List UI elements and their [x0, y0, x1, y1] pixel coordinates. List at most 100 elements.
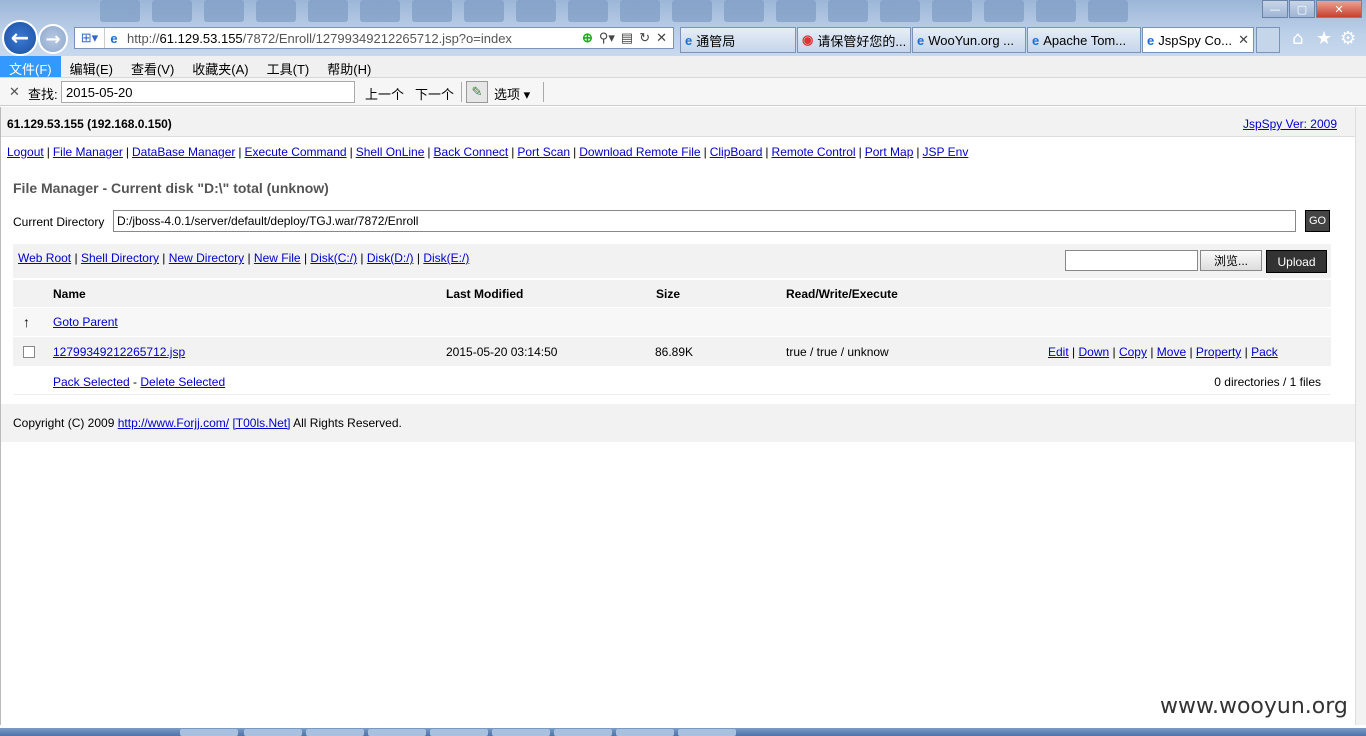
pack-link[interactable]: Pack [1251, 345, 1278, 359]
shell-directory-link[interactable]: Shell Directory [81, 251, 159, 265]
pack-selected-link[interactable]: Pack Selected [53, 375, 130, 389]
nav-database-manager[interactable]: DataBase Manager [132, 145, 235, 159]
highlight-icon[interactable]: ✎ [466, 81, 488, 103]
table-row: 12799349212265712.jsp 2015-05-20 03:14:5… [13, 337, 1331, 366]
disk-e-link[interactable]: Disk(E:/) [423, 251, 469, 265]
property-link[interactable]: Property [1196, 345, 1241, 359]
version-link[interactable]: JspSpy Ver: 2009 [1243, 117, 1337, 131]
forward-button[interactable]: → [38, 24, 68, 54]
taskbar-button[interactable] [616, 729, 674, 736]
current-directory-input[interactable] [113, 210, 1296, 232]
nav-file-manager[interactable]: File Manager [53, 145, 123, 159]
nav-execute-command[interactable]: Execute Command [245, 145, 347, 159]
gear-icon[interactable]: ⚙ [1340, 28, 1356, 49]
web-root-link[interactable]: Web Root [18, 251, 71, 265]
copy-link[interactable]: Copy [1119, 345, 1147, 359]
delete-selected-link[interactable]: Delete Selected [140, 375, 225, 389]
taskbar-button[interactable] [678, 729, 736, 736]
nav-shell-online[interactable]: Shell OnLine [356, 145, 425, 159]
url-scheme: http:// [127, 30, 160, 46]
stop-icon[interactable]: ✕ [656, 30, 667, 46]
url-host: 61.129.53.155 [159, 30, 243, 46]
edit-link[interactable]: Edit [1048, 345, 1069, 359]
tab-5-active[interactable]: e JspSpy Co... ✕ [1142, 27, 1254, 53]
table-row-parent: ↑ Goto Parent [13, 308, 1331, 336]
minimize-button[interactable]: — [1262, 0, 1288, 18]
add-favorite-icon[interactable]: ⊞▾ [75, 28, 105, 48]
home-icon[interactable]: ⌂ [1292, 28, 1303, 49]
move-link[interactable]: Move [1157, 345, 1186, 359]
file-actions: Edit | Down | Copy | Move | Property | P… [1048, 345, 1278, 359]
nav-clipboard[interactable]: ClipBoard [710, 145, 763, 159]
menu-edit[interactable]: 编辑(E) [61, 56, 122, 77]
disk-d-link[interactable]: Disk(D:/) [367, 251, 414, 265]
new-file-link[interactable]: New File [254, 251, 301, 265]
tab-2[interactable]: ◉ 请保管好您的... [797, 27, 911, 53]
taskbar-button[interactable] [244, 729, 302, 736]
disk-c-link[interactable]: Disk(C:/) [310, 251, 357, 265]
tab-3[interactable]: e WooYun.org ... [912, 27, 1026, 53]
file-name-link[interactable]: 12799349212265712.jsp [53, 345, 185, 359]
nav-download-remote-file[interactable]: Download Remote File [579, 145, 700, 159]
taskbar-button[interactable] [306, 729, 364, 736]
nav-back-connect[interactable]: Back Connect [434, 145, 509, 159]
browse-button[interactable]: 浏览... [1200, 250, 1262, 271]
taskbar-button[interactable] [492, 729, 550, 736]
new-directory-link[interactable]: New Directory [169, 251, 244, 265]
divider [461, 82, 462, 102]
refresh-icon[interactable]: ↻ [639, 30, 650, 46]
address-bar[interactable]: ⊞▾ e http://61.129.53.155/7872/Enroll/12… [74, 27, 674, 49]
new-tab-button[interactable] [1256, 27, 1280, 53]
goto-parent-link[interactable]: Goto Parent [53, 315, 118, 329]
tab-1[interactable]: e 通管局 [680, 27, 796, 53]
menu-help[interactable]: 帮助(H) [318, 56, 380, 77]
menu-favorites[interactable]: 收藏夹(A) [183, 56, 257, 77]
upload-file-field[interactable] [1065, 250, 1198, 271]
host-bar: 61.129.53.155 (192.168.0.150) JspSpy Ver… [1, 107, 1355, 137]
menu-view[interactable]: 查看(V) [122, 56, 183, 77]
file-toolbar: Web Root | Shell Directory | New Directo… [13, 244, 1331, 278]
watermark: www.wooyun.org [1160, 694, 1348, 719]
nav-remote-control[interactable]: Remote Control [772, 145, 856, 159]
url-path: /7872/Enroll/12799349212265712.jsp?o=ind… [242, 30, 512, 46]
nav-port-map[interactable]: Port Map [865, 145, 914, 159]
address-url[interactable]: http://61.129.53.155/7872/Enroll/1279934… [123, 31, 582, 46]
close-window-button[interactable]: ✕ [1316, 0, 1362, 18]
ie-tab-icon: e [1032, 32, 1040, 48]
menu-tools[interactable]: 工具(T) [258, 56, 319, 77]
taskbar-button[interactable] [554, 729, 612, 736]
file-checkbox[interactable] [23, 346, 35, 358]
taskbar-button[interactable] [368, 729, 426, 736]
find-next-button[interactable]: 下一个 [415, 84, 454, 103]
back-button[interactable]: ← [2, 20, 38, 56]
menu-file[interactable]: 文件(F) [0, 56, 61, 77]
nav-jsp-env[interactable]: JSP Env [923, 145, 969, 159]
taskbar-button[interactable] [430, 729, 488, 736]
forjj-link[interactable]: http://www.Forjj.com/ [118, 416, 229, 430]
find-options-button[interactable]: 选项 ▾ [494, 84, 530, 103]
close-tab-icon[interactable]: ✕ [1238, 32, 1249, 48]
search-icon[interactable]: ⚲▾ [599, 30, 615, 46]
file-modified: 2015-05-20 03:14:50 [446, 345, 558, 359]
tab-4[interactable]: e Apache Tom... [1027, 27, 1141, 53]
vertical-scrollbar[interactable] [1355, 107, 1366, 725]
find-bar: ✕ 查找: 上一个 下一个 ✎ 选项 ▾ [0, 78, 1366, 106]
upload-button[interactable]: Upload [1266, 250, 1327, 273]
column-size: Size [656, 287, 681, 301]
restore-button[interactable]: ▢ [1289, 0, 1315, 18]
compat-view-icon[interactable]: ▤ [621, 30, 633, 46]
t00ls-link[interactable]: [T00ls.Net] [232, 416, 290, 430]
go-button[interactable]: GO [1305, 210, 1330, 232]
nav-port-scan[interactable]: Port Scan [517, 145, 570, 159]
tab-label: 通管局 [696, 33, 736, 49]
close-find-icon[interactable]: ✕ [9, 84, 20, 100]
find-previous-button[interactable]: 上一个 [365, 84, 404, 103]
taskbar-button[interactable] [180, 729, 238, 736]
file-rwx: true / true / unknow [786, 345, 889, 359]
find-label: 查找: [28, 87, 58, 102]
down-link[interactable]: Down [1078, 345, 1109, 359]
nav-logout[interactable]: Logout [7, 145, 44, 159]
favorites-star-icon[interactable]: ★ [1316, 28, 1332, 49]
addon-icon[interactable]: ⊕ [582, 30, 593, 46]
find-input[interactable] [61, 81, 355, 103]
